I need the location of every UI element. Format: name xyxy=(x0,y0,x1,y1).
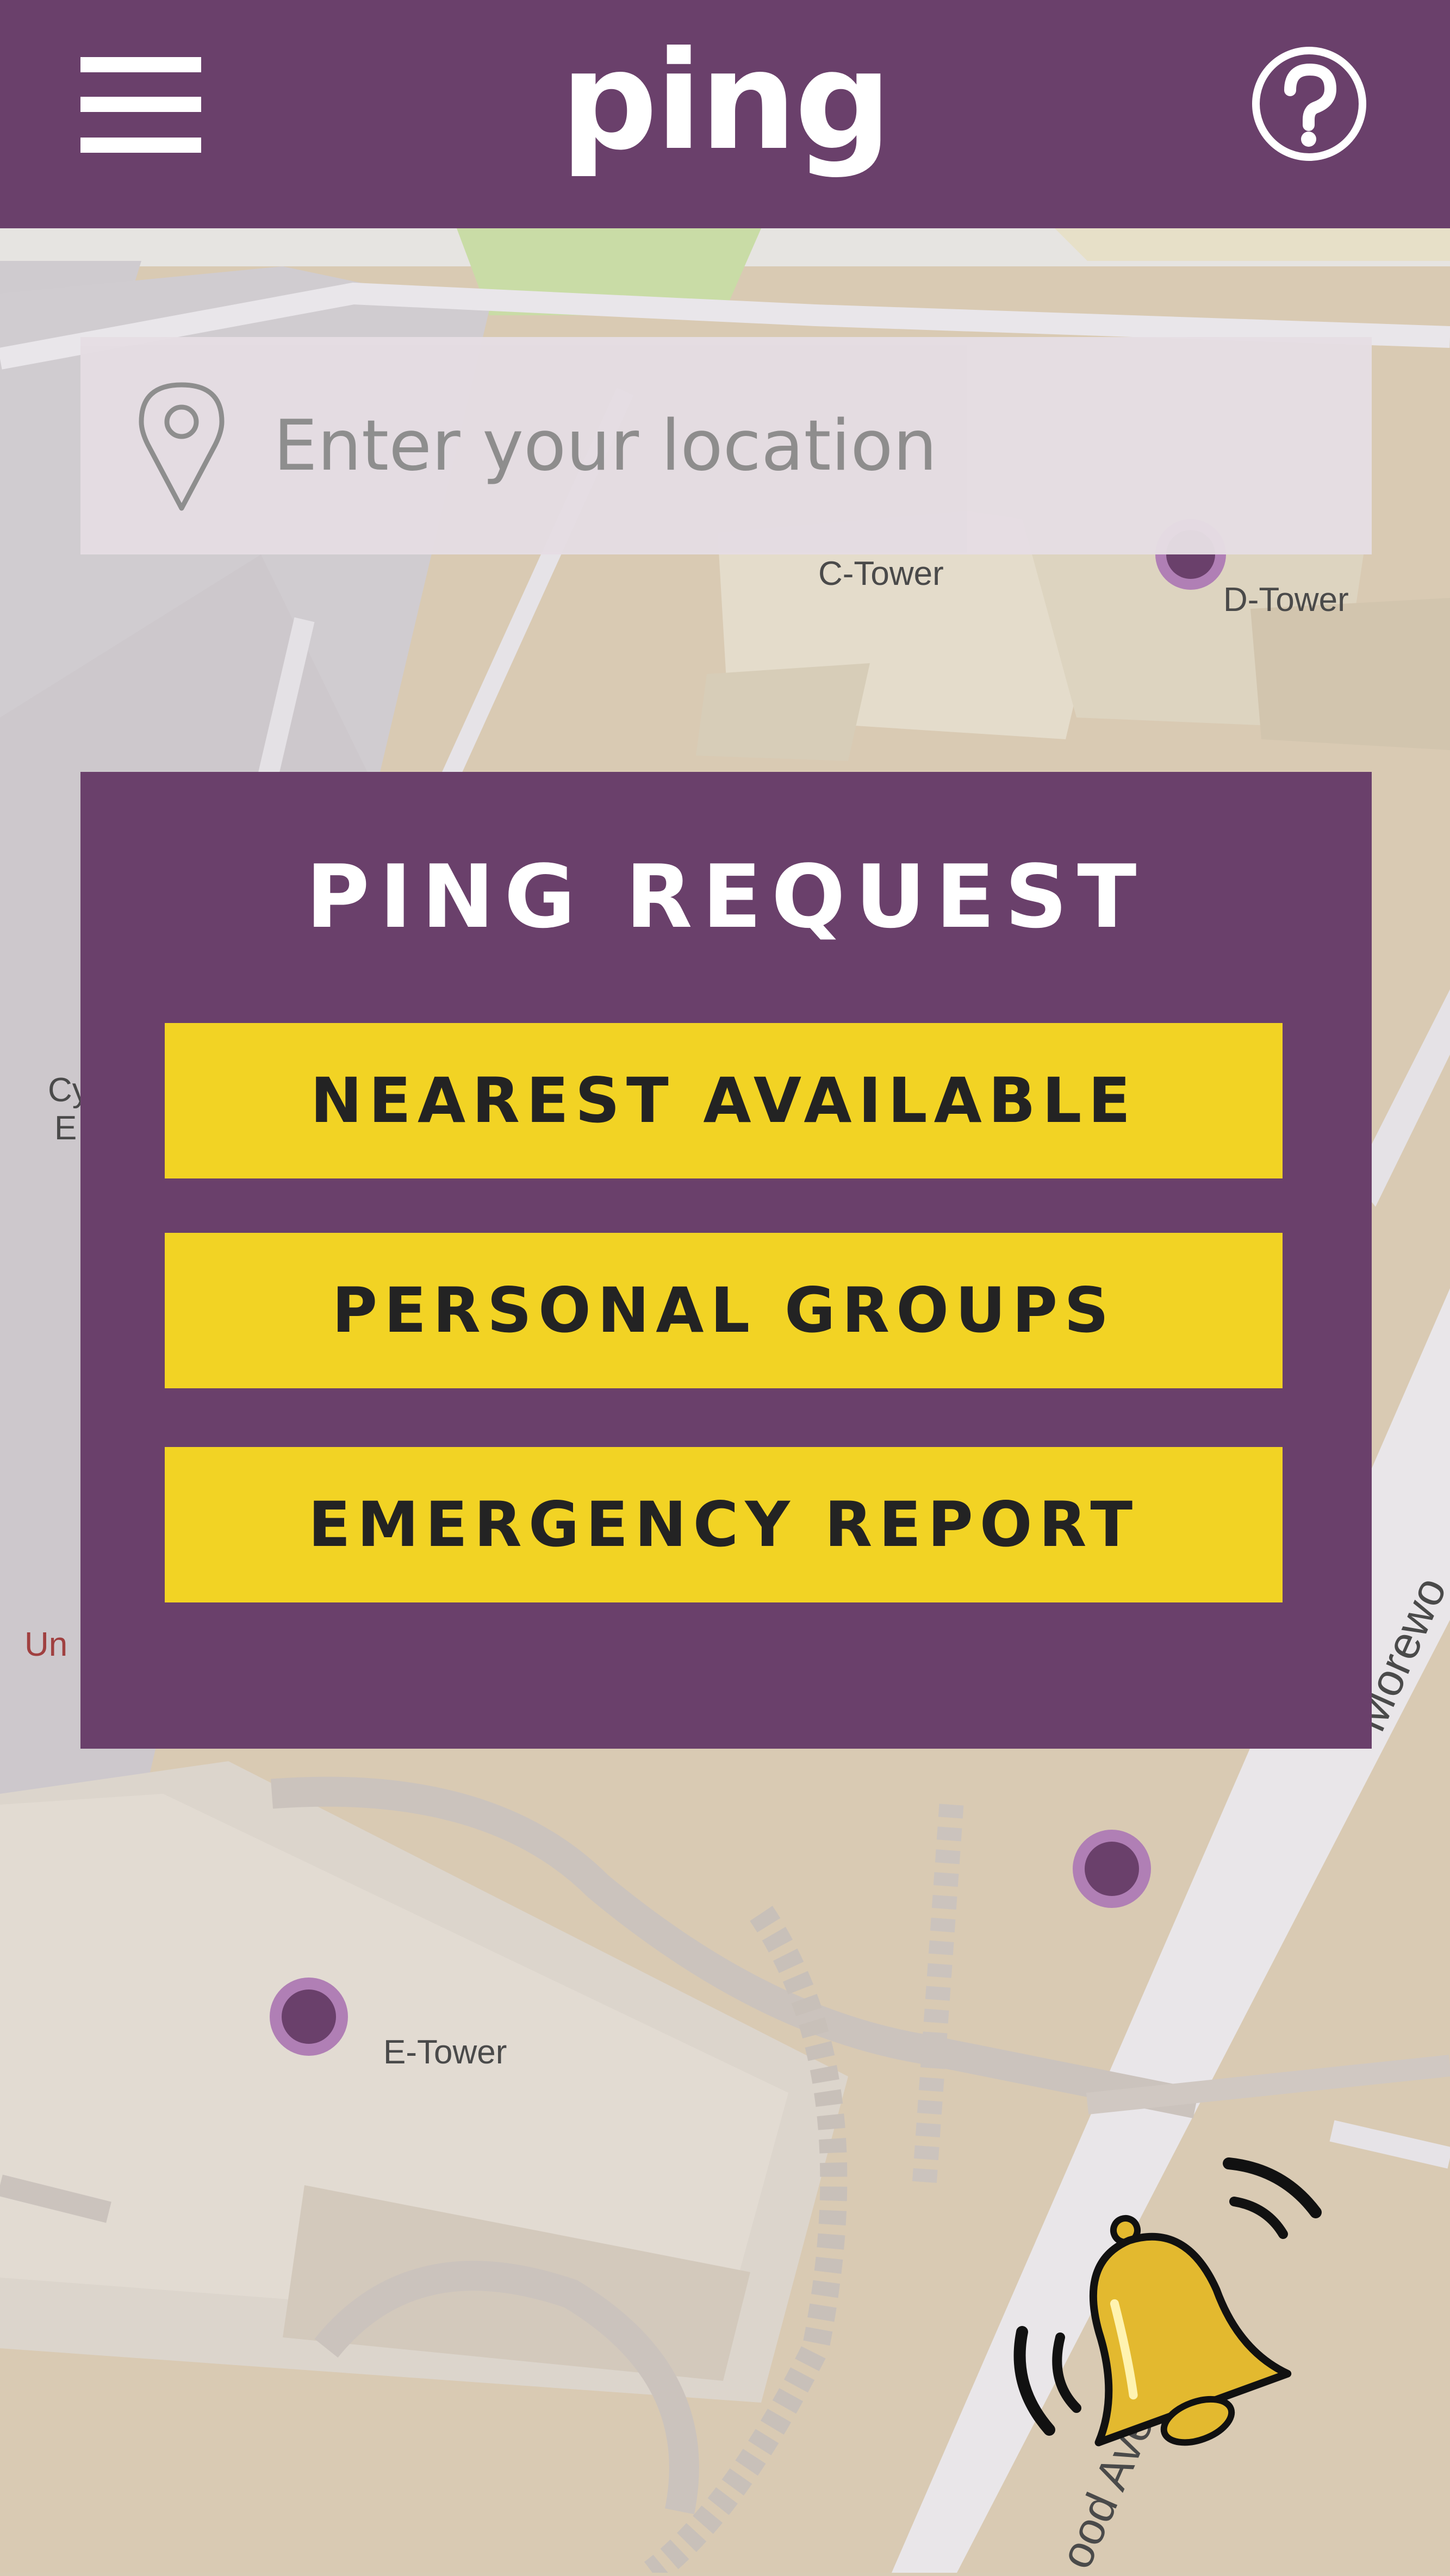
map-label-partial-red: Un xyxy=(24,1626,68,1663)
map-label-c-tower: C-Tower xyxy=(818,555,944,592)
ping-request-panel: PING REQUEST NEAREST AVAILABLE PERSONAL … xyxy=(80,772,1372,1749)
personal-groups-button[interactable]: PERSONAL GROUPS xyxy=(165,1233,1283,1388)
map-label-d-tower: D-Tower xyxy=(1223,581,1349,619)
map-label-e-tower: E-Tower xyxy=(383,2034,507,2071)
ping-request-title: PING REQUEST xyxy=(306,846,1147,947)
location-search-bar[interactable] xyxy=(80,337,1372,554)
location-search-input[interactable] xyxy=(273,337,1350,554)
ringing-bell-icon[interactable] xyxy=(1000,2153,1348,2490)
nearest-available-button[interactable]: NEAREST AVAILABLE xyxy=(165,1023,1283,1178)
emergency-report-button[interactable]: EMERGENCY REPORT xyxy=(165,1447,1283,1602)
app-header: ping xyxy=(0,0,1450,228)
map-label-partial-2: E xyxy=(54,1109,77,1147)
help-icon[interactable] xyxy=(1251,46,1367,162)
app-title: ping xyxy=(560,22,892,180)
location-pin-icon xyxy=(139,382,225,511)
